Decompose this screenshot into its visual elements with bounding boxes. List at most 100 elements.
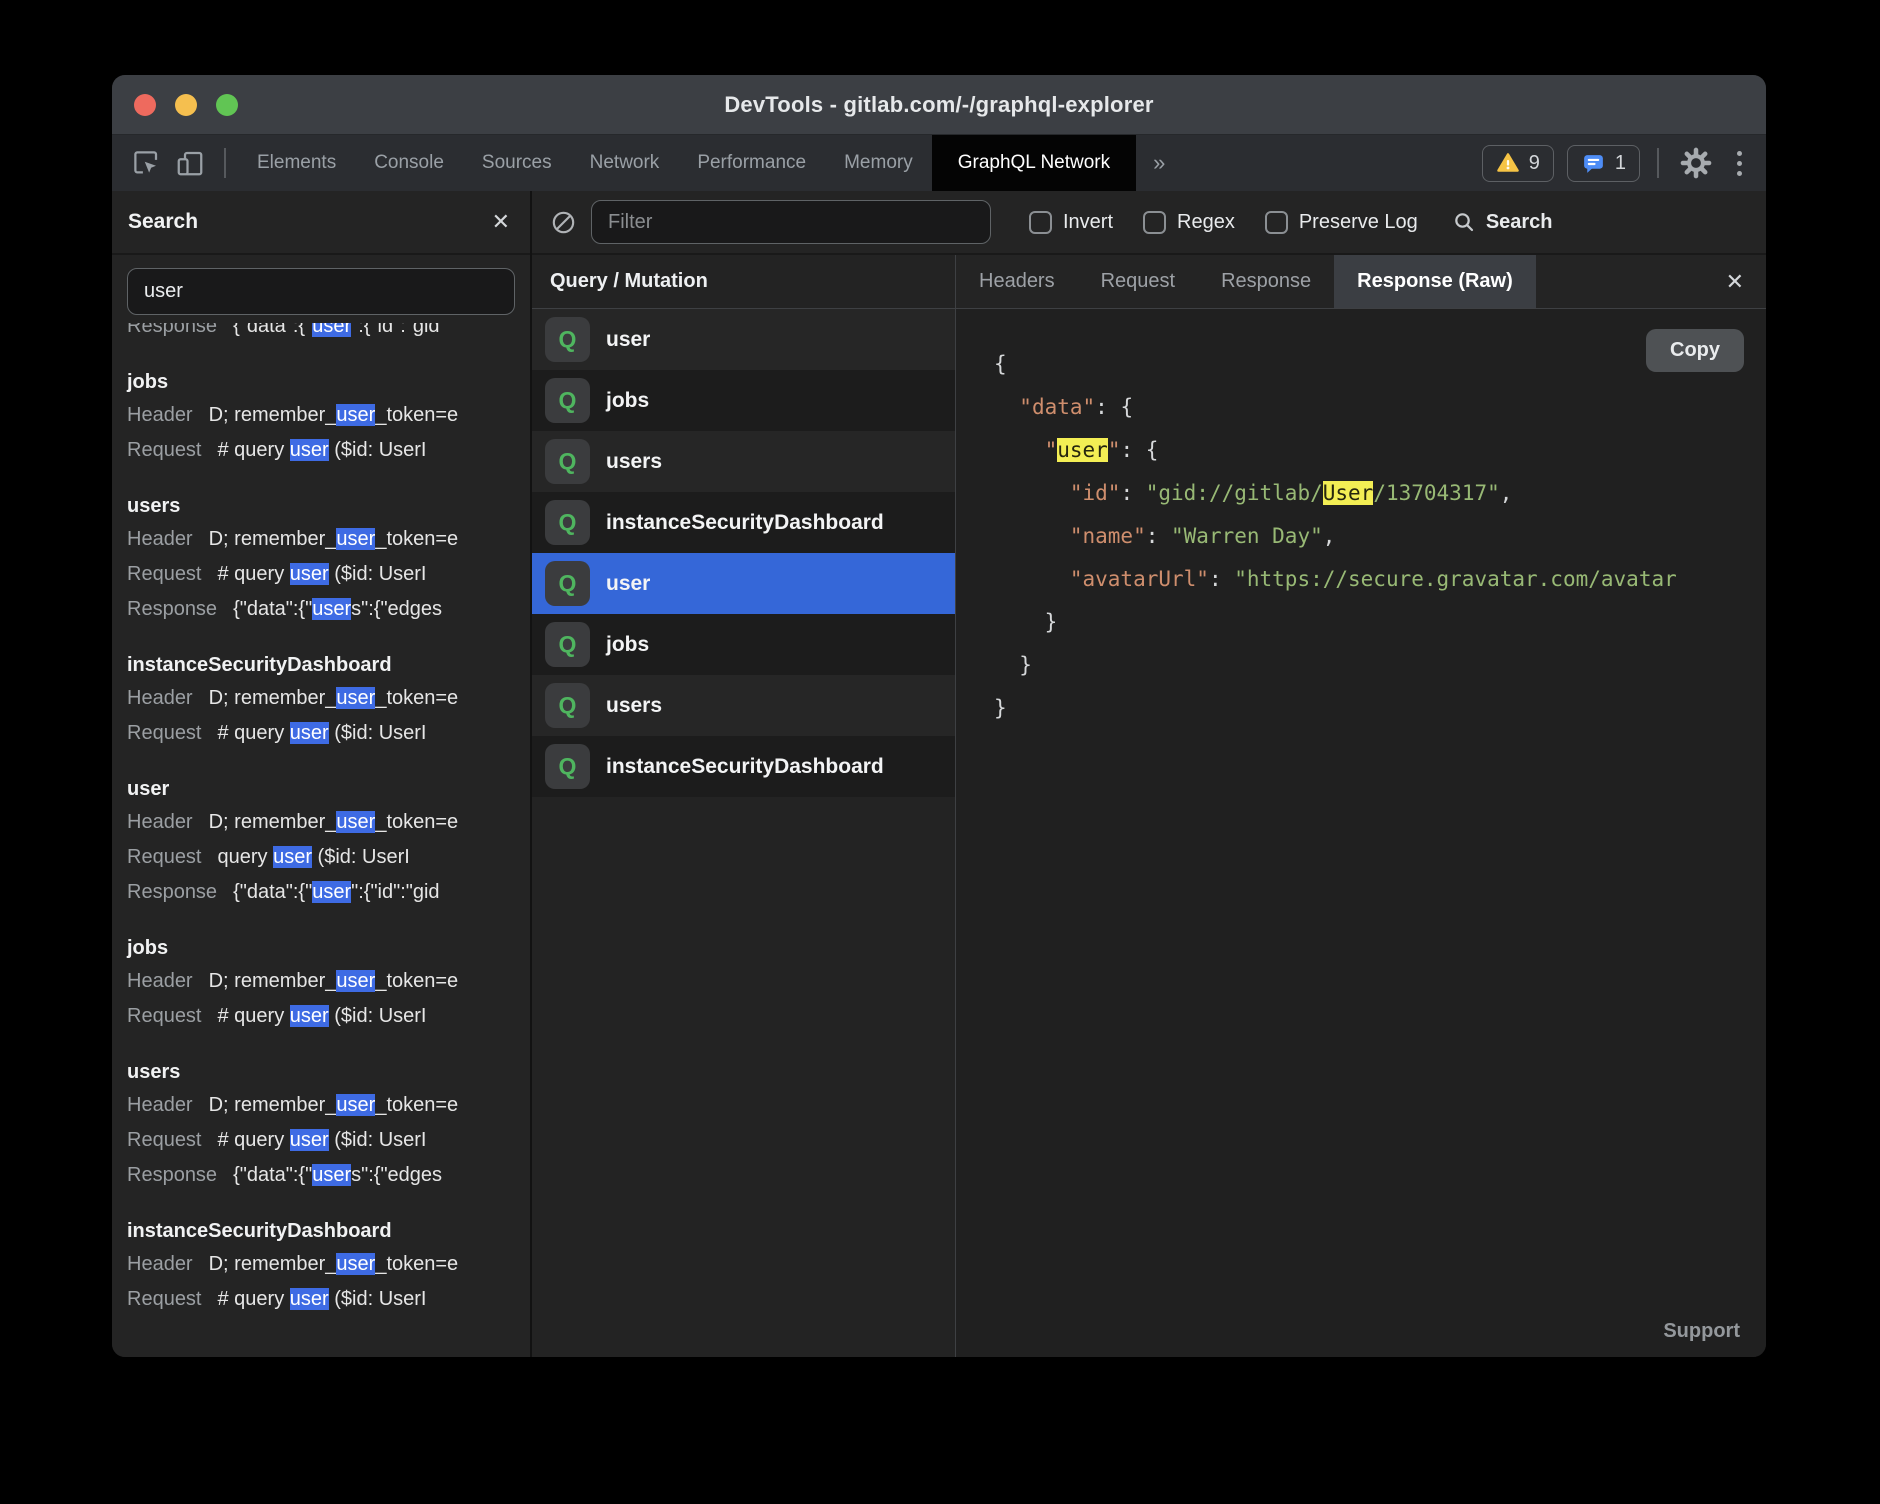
query-rows: QuserQjobsQusersQinstanceSecurityDashboa…	[532, 309, 955, 797]
search-result-row[interactable]: HeaderD; remember_user_token=e	[127, 964, 530, 999]
query-item-label: jobs	[606, 389, 649, 413]
support-link[interactable]: Support	[1663, 1320, 1740, 1343]
messages-badge[interactable]: 1	[1567, 145, 1640, 182]
query-list-item-jobs[interactable]: Qjobs	[532, 614, 955, 675]
search-result-row[interactable]: HeaderD; remember_user_token=e	[127, 1088, 530, 1123]
search-result-row[interactable]: HeaderD; remember_user_token=e	[127, 398, 530, 433]
result-text: _token=e	[375, 1253, 458, 1275]
more-options-button[interactable]	[1729, 151, 1750, 176]
query-type-icon: Q	[545, 317, 590, 362]
filter-checkboxes: Invert Regex Preserve Log	[991, 211, 1418, 234]
result-row-label: Response	[127, 598, 217, 620]
result-text: s":{"edges	[351, 1164, 442, 1186]
warnings-badge[interactable]: 9	[1482, 145, 1554, 182]
detail-tab-response[interactable]: Response	[1198, 255, 1334, 308]
copy-button[interactable]: Copy	[1646, 329, 1744, 372]
result-text: D; remember_	[209, 811, 337, 833]
search-result-row[interactable]: Request# query user ($id: UserI	[127, 1282, 530, 1317]
search-result-row[interactable]: Requestquery user ($id: UserI	[127, 840, 530, 875]
close-window-button[interactable]	[134, 94, 156, 116]
json-token: /13704317"	[1373, 481, 1499, 505]
checkbox-regex[interactable]: Regex	[1143, 211, 1235, 234]
query-type-icon: Q	[545, 378, 590, 423]
minimize-window-button[interactable]	[175, 94, 197, 116]
json-token: "Warren Day"	[1171, 524, 1323, 548]
tab-performance[interactable]: Performance	[678, 135, 825, 191]
json-token: ,	[1500, 481, 1513, 505]
close-icon[interactable]: ✕	[1726, 269, 1744, 295]
query-list-item-instancesecuritydashboard[interactable]: QinstanceSecurityDashboard	[532, 492, 955, 553]
search-result-row[interactable]: Response{"data":{"users":{"edges	[127, 592, 530, 627]
tab-memory[interactable]: Memory	[825, 135, 932, 191]
query-type-icon: Q	[545, 683, 590, 728]
search-match-highlight: user	[336, 1253, 375, 1275]
device-toolbar-button[interactable]	[168, 135, 212, 191]
query-list-item-instancesecuritydashboard[interactable]: QinstanceSecurityDashboard	[532, 736, 955, 797]
result-text: ($id: UserI	[312, 846, 410, 868]
checkbox-box-preserve-log[interactable]	[1265, 211, 1288, 234]
checkbox-box-regex[interactable]	[1143, 211, 1166, 234]
device-toolbar-icon	[175, 148, 205, 178]
search-match-highlight: user	[273, 846, 312, 868]
query-list-item-user[interactable]: Quser	[532, 309, 955, 370]
detail-body: { "data": { "user": { "id": "gid://gitla…	[956, 309, 1766, 1357]
search-result-row[interactable]: Response{"data":{"user":{"id":"gid	[127, 875, 530, 910]
inspect-element-button[interactable]	[124, 135, 168, 191]
tab-network[interactable]: Network	[571, 135, 679, 191]
zoom-window-button[interactable]	[216, 94, 238, 116]
settings-button[interactable]	[1676, 147, 1716, 179]
search-result-row[interactable]: Request# query user ($id: UserI	[127, 557, 530, 592]
search-result-row[interactable]: Response{"data":{"user":{"id":"gid	[127, 323, 530, 344]
query-list-item-user[interactable]: Quser	[532, 553, 955, 614]
search-result-row[interactable]: Request# query user ($id: UserI	[127, 1123, 530, 1158]
search-result-row[interactable]: Request# query user ($id: UserI	[127, 999, 530, 1034]
detail-tab-headers[interactable]: Headers	[956, 255, 1078, 308]
close-icon[interactable]: ✕	[492, 209, 510, 235]
query-list-item-jobs[interactable]: Qjobs	[532, 370, 955, 431]
detail-tab-response-raw[interactable]: Response (Raw)	[1334, 255, 1536, 308]
json-token: {	[1120, 395, 1133, 419]
search-result-row[interactable]: Request# query user ($id: UserI	[127, 716, 530, 751]
toolbar-separator	[224, 148, 226, 178]
search-input[interactable]	[127, 268, 515, 315]
json-indent	[994, 395, 1019, 419]
tab-graphql-network[interactable]: GraphQL Network	[932, 135, 1136, 191]
search-result-row[interactable]: HeaderD; remember_user_token=e	[127, 522, 530, 557]
checkbox-box-invert[interactable]	[1029, 211, 1052, 234]
query-list-item-users[interactable]: Qusers	[532, 675, 955, 736]
tab-console[interactable]: Console	[355, 135, 463, 191]
json-line: "data": {	[994, 386, 1766, 429]
search-result-row[interactable]: HeaderD; remember_user_token=e	[127, 681, 530, 716]
query-item-label: users	[606, 694, 662, 718]
traffic-lights	[134, 75, 238, 134]
result-row-label: Request	[127, 439, 202, 461]
detail-tabs: HeadersRequestResponseResponse (Raw) ✕	[956, 255, 1766, 309]
toolbar-right-cluster: 9 1	[1482, 135, 1750, 191]
tab-elements[interactable]: Elements	[238, 135, 355, 191]
search-result-row[interactable]: Request# query user ($id: UserI	[127, 433, 530, 468]
search-toggle[interactable]: Search	[1452, 210, 1553, 234]
query-item-label: users	[606, 450, 662, 474]
result-text: _token=e	[375, 528, 458, 550]
result-text: ($id: UserI	[329, 722, 427, 744]
clear-icon[interactable]	[550, 209, 577, 236]
search-result-row[interactable]: Response{"data":{"users":{"edges	[127, 1158, 530, 1193]
more-tabs-button[interactable]: »	[1136, 135, 1182, 191]
search-result-row[interactable]: HeaderD; remember_user_token=e	[127, 1247, 530, 1282]
query-type-icon: Q	[545, 622, 590, 667]
search-match-highlight: user	[336, 970, 375, 992]
devtools-window: DevTools - gitlab.com/-/graphql-explorer…	[112, 75, 1766, 1357]
detail-tab-request[interactable]: Request	[1078, 255, 1199, 308]
checkbox-invert[interactable]: Invert	[1029, 211, 1113, 234]
search-match-highlight: user	[336, 811, 375, 833]
result-group-title: users	[127, 491, 530, 522]
result-text: {"data":{"	[233, 881, 312, 903]
panel-tabs: ElementsConsoleSourcesNetworkPerformance…	[238, 135, 1136, 191]
search-result-row[interactable]: HeaderD; remember_user_token=e	[127, 805, 530, 840]
filter-input[interactable]	[591, 200, 991, 244]
checkbox-preserve-log[interactable]: Preserve Log	[1265, 211, 1418, 234]
tab-sources[interactable]: Sources	[463, 135, 571, 191]
search-match-highlight: user	[290, 1129, 329, 1151]
search-match-highlight: user	[312, 1164, 351, 1186]
query-list-item-users[interactable]: Qusers	[532, 431, 955, 492]
